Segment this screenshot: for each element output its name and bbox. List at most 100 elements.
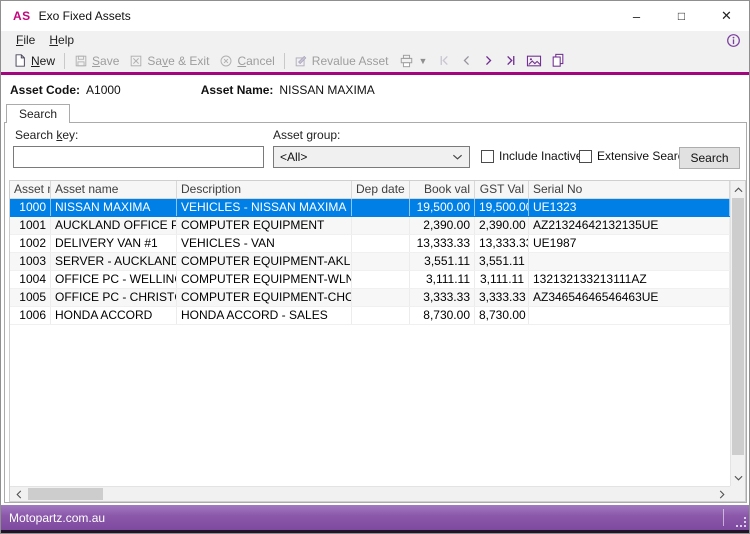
menu-help[interactable]: Help [42,31,81,49]
table-cell: COMPUTER EQUIPMENT [177,217,352,234]
asset-name-label: Asset Name: [201,83,274,97]
save-button[interactable]: Save [69,52,124,70]
table-cell: 3,333.33 [410,289,475,306]
scroll-right-icon[interactable] [713,487,730,502]
table-cell: 13,333.33 [410,235,475,252]
tab-search[interactable]: Search [6,104,70,123]
save-floppy-icon [74,54,88,68]
asset-code-value: A1000 [86,83,121,97]
table-row[interactable]: 1003SERVER - AUCKLANDCOMPUTER EQUIPMENT-… [10,253,730,271]
info-button[interactable] [726,33,741,48]
table-cell: VEHICLES - NISSAN MAXIMA [177,199,352,216]
table-cell: 132132133213111AZ [529,271,730,288]
revalue-asset-button[interactable]: Revalue Asset [289,52,394,70]
include-inactive-checkbox[interactable] [481,150,494,163]
grid-body: 1000NISSAN MAXIMAVEHICLES - NISSAN MAXIM… [10,199,730,486]
close-button[interactable]: ✕ [704,1,749,31]
table-row[interactable]: 1004OFFICE PC - WELLINGT...COMPUTER EQUI… [10,271,730,289]
column-header[interactable]: Asset no [10,181,51,198]
extensive-search-label: Extensive Search [597,149,690,163]
table-cell: 2,390.00 [410,217,475,234]
asset-group-label: Asset group: [273,128,340,142]
info-icon [726,33,741,48]
table-cell: 3,111.11 [475,271,529,288]
save-exit-icon [129,54,143,68]
window-controls: – □ ✕ [614,1,749,31]
chevron-down-icon [452,153,463,161]
table-cell [352,199,410,216]
cancel-button[interactable]: Cancel [214,52,279,70]
table-row[interactable]: 1002DELIVERY VAN #1VEHICLES - VAN13,333.… [10,235,730,253]
first-record-icon[interactable] [438,54,451,67]
image-icon[interactable] [526,54,542,68]
column-header[interactable]: Serial No [529,181,730,198]
search-button[interactable]: Search [679,147,740,169]
table-cell: 1001 [10,217,51,234]
app-window: AS Exo Fixed Assets – □ ✕ File Help New [0,0,750,534]
table-cell: HONDA ACCORD - SALES [177,307,352,324]
table-cell: NISSAN MAXIMA [51,199,177,216]
table-cell: AZ34654646546463UE [529,289,730,306]
asset-code-label: Asset Code: [10,83,80,97]
table-cell: 1006 [10,307,51,324]
resize-grip[interactable] [736,517,746,527]
table-cell: 3,111.11 [410,271,475,288]
table-cell [352,253,410,270]
column-header[interactable]: Dep date [352,181,410,198]
asset-group-select[interactable]: <All> [273,146,470,168]
copy-asset-icon[interactable] [551,53,565,68]
table-cell: 1000 [10,199,51,216]
toolbar-separator [284,53,285,69]
table-cell [352,217,410,234]
print-button[interactable]: ▼ [394,52,433,70]
save-and-exit-button[interactable]: Save & Exit [124,52,214,70]
table-cell: COMPUTER EQUIPMENT-CHCH PC [177,289,352,306]
table-cell: 8,730.00 [475,307,529,324]
scrollbar-corner [730,486,745,501]
table-row[interactable]: 1006HONDA ACCORDHONDA ACCORD - SALES8,73… [10,307,730,325]
previous-record-icon[interactable] [460,54,473,67]
grid-header: Asset noAsset nameDescriptionDep dateBoo… [10,181,730,199]
column-header[interactable]: Book val [410,181,475,198]
last-record-icon[interactable] [504,54,517,67]
table-row[interactable]: 1000NISSAN MAXIMAVEHICLES - NISSAN MAXIM… [10,199,730,217]
table-cell: DELIVERY VAN #1 [51,235,177,252]
column-header[interactable]: Description [177,181,352,198]
extensive-search-checkbox[interactable] [579,150,592,163]
table-cell: OFFICE PC - WELLINGT... [51,271,177,288]
scroll-left-icon[interactable] [10,487,27,502]
table-cell: 2,390.00 [475,217,529,234]
window-bottom-edge [1,530,749,534]
vertical-scrollbar[interactable] [730,181,745,486]
new-button[interactable]: New [8,51,60,70]
minimize-button[interactable]: – [614,1,659,31]
table-cell: 8,730.00 [410,307,475,324]
menu-file[interactable]: File [9,31,42,49]
table-cell: UE1987 [529,235,730,252]
scroll-down-icon[interactable] [731,469,746,486]
assets-grid: Asset noAsset nameDescriptionDep dateBoo… [9,180,746,502]
vertical-scroll-thumb[interactable] [732,198,744,455]
table-cell: OFFICE PC - CHRISTCH... [51,289,177,306]
record-navigation [438,53,565,68]
maximize-button[interactable]: □ [659,1,704,31]
table-cell: UE1323 [529,199,730,216]
print-dropdown-caret-icon[interactable]: ▼ [419,56,428,66]
table-row[interactable]: 1005OFFICE PC - CHRISTCH...COMPUTER EQUI… [10,289,730,307]
horizontal-scrollbar[interactable] [10,486,730,501]
column-header[interactable]: GST Val [475,181,529,198]
table-cell: 3,551.11 [475,253,529,270]
table-row[interactable]: 1001AUCKLAND OFFICE PCCOMPUTER EQUIPMENT… [10,217,730,235]
table-cell: AUCKLAND OFFICE PC [51,217,177,234]
title-bar: AS Exo Fixed Assets – □ ✕ [1,1,749,31]
table-cell [352,289,410,306]
table-cell: 1003 [10,253,51,270]
scroll-up-icon[interactable] [731,181,746,198]
search-key-input[interactable] [13,146,264,168]
column-header[interactable]: Asset name [51,181,177,198]
next-record-icon[interactable] [482,54,495,67]
table-cell: 1002 [10,235,51,252]
horizontal-scroll-thumb[interactable] [28,488,103,500]
search-key-label: Search key: [15,128,78,142]
table-cell: 1004 [10,271,51,288]
